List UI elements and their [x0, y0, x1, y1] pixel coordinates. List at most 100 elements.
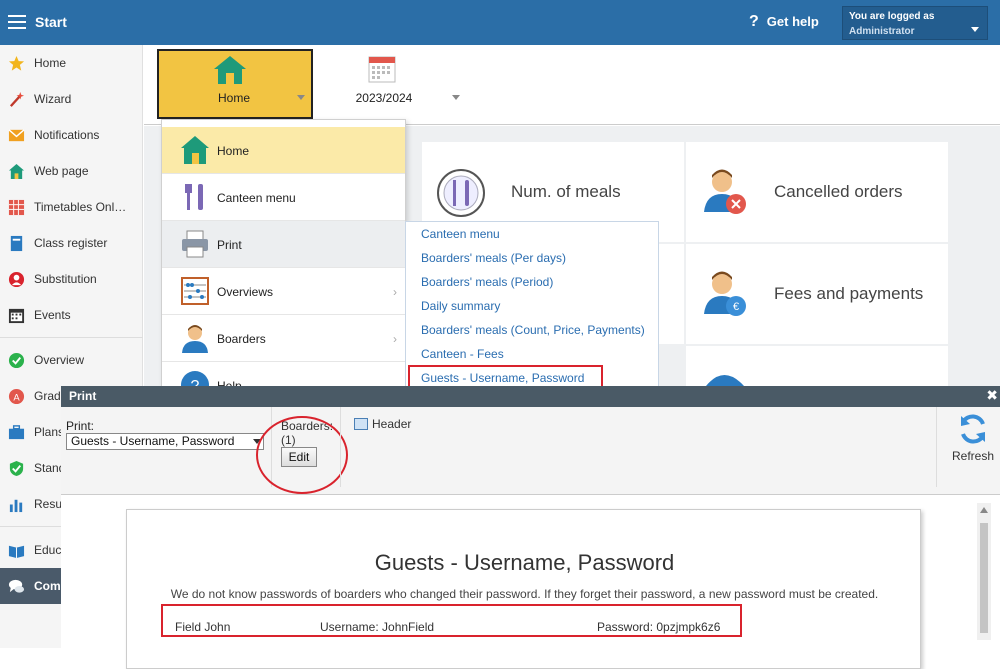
user-login-dropdown[interactable]: You are logged as Administrator [842, 6, 988, 40]
cutlery-icon [437, 169, 485, 217]
sidebar-item-timetables[interactable]: Timetables Onl… [0, 189, 143, 225]
close-icon[interactable]: ✖ [986, 387, 998, 404]
shield-check-icon [9, 460, 24, 477]
header-icon [354, 418, 368, 430]
dialog-title: Print [69, 389, 97, 403]
tile-fees-payments[interactable]: € Fees and payments [686, 244, 948, 344]
submenu-item-boarders-meals-per-days[interactable]: Boarders' meals (Per days) [421, 251, 566, 265]
grades-icon: A [8, 388, 25, 405]
header-option[interactable]: Header [354, 417, 411, 431]
sidebar-item-substitution[interactable]: Substitution [0, 261, 143, 297]
sidebar-item-label: Substitution [34, 272, 97, 286]
print-type-select[interactable]: Guests - Username, Password [66, 433, 264, 450]
submenu-item-boarders-meals-count[interactable]: Boarders' meals (Count, Price, Payments) [421, 323, 645, 337]
cutlery-icon [185, 184, 203, 210]
get-help-button[interactable]: ? Get help [749, 13, 819, 31]
printer-icon [182, 230, 208, 258]
sidebar-item-label: Home [34, 56, 67, 70]
submenu-item-canteen-fees[interactable]: Canteen - Fees [421, 347, 504, 361]
print-select-label: Print: [66, 419, 95, 433]
substitution-icon [8, 271, 25, 288]
svg-text:A: A [13, 392, 20, 403]
top-bar: Start ? Get help You are logged as Admini… [0, 0, 1000, 45]
annotation-highlight-circle [256, 416, 348, 494]
preview-scrollbar[interactable] [977, 503, 991, 640]
hamburger-menu-icon[interactable] [8, 15, 26, 29]
header-label: Header [372, 417, 412, 431]
menu-item-label: Print [217, 238, 242, 252]
menu-item-label: Home [217, 144, 250, 158]
tile-cancelled-orders[interactable]: Cancelled orders [686, 142, 948, 242]
book-icon [10, 235, 23, 252]
chevron-right-icon: › [393, 285, 397, 299]
refresh-label: Refresh [951, 449, 995, 463]
menu-item-canteen-menu[interactable]: Canteen menu [162, 174, 405, 221]
sidebar-item-overview[interactable]: Overview [0, 342, 143, 378]
tile-label: Num. of meals [511, 182, 621, 201]
home-dropdown-menu: Home Canteen menu Print Overviews › Boar… [161, 119, 406, 387]
scroll-up-icon[interactable] [980, 507, 988, 513]
chart-icon [9, 499, 23, 513]
preview-page: Guests - Username, Password We do not kn… [126, 509, 921, 669]
sidebar-item-label: Overview [34, 353, 85, 367]
start-label[interactable]: Start [35, 14, 67, 30]
ribbon-home-button[interactable]: Home [157, 49, 313, 119]
chevron-down-icon [971, 27, 979, 32]
tile-partial[interactable] [686, 346, 948, 386]
sidebar-item-web-page[interactable]: Web page [0, 153, 143, 189]
envelope-icon [8, 129, 25, 142]
user-cancel-icon [704, 169, 746, 214]
menu-item-print[interactable]: Print [162, 221, 405, 268]
sidebar-item-events[interactable]: Events [0, 297, 143, 333]
star-icon [8, 55, 25, 71]
toolbar-divider [340, 407, 341, 487]
sidebar-item-label: Web page [34, 164, 89, 178]
wand-icon [9, 91, 25, 107]
round-icon [706, 375, 744, 386]
menu-item-boarders[interactable]: Boarders › [162, 315, 405, 362]
sidebar-item-notifications[interactable]: Notifications [0, 117, 143, 153]
refresh-button[interactable]: Refresh [950, 412, 996, 463]
annotation-highlight-box [161, 604, 742, 637]
help-icon: ? [181, 371, 209, 387]
chevron-down-icon [297, 95, 305, 100]
chat-icon [8, 579, 25, 593]
sidebar-item-label: Class register [34, 236, 108, 250]
submenu-item-boarders-meals-period[interactable]: Boarders' meals (Period) [421, 275, 553, 289]
calendar-icon [368, 56, 396, 83]
tile-label: Fees and payments [774, 284, 924, 303]
get-help-label: Get help [766, 14, 819, 29]
briefcase-icon [8, 425, 25, 440]
menu-item-overviews[interactable]: Overviews › [162, 268, 405, 315]
ribbon-year-selector[interactable]: 2023/2024 [344, 49, 464, 119]
refresh-icon [961, 414, 985, 444]
print-preview: Guests - Username, Password We do not kn… [61, 495, 1000, 669]
preview-note: We do not know passwords of boarders who… [170, 587, 879, 601]
chevron-right-icon: › [393, 332, 397, 346]
sidebar-item-label: Notifications [34, 128, 100, 142]
scroll-thumb[interactable] [980, 523, 988, 633]
svg-text:€: € [733, 301, 739, 313]
ribbon-year-label: 2023/2024 [355, 91, 413, 105]
house-icon [214, 56, 246, 84]
menu-item-help[interactable]: ? Help [162, 362, 405, 387]
menu-item-home[interactable]: Home [162, 127, 405, 174]
print-type-value: Guests - Username, Password [71, 434, 235, 448]
ribbon-home-label: Home [217, 91, 250, 105]
print-submenu: Canteen menu Boarders' meals (Per days) … [405, 221, 659, 388]
menu-item-label: Canteen menu [217, 191, 296, 205]
open-book-icon [8, 545, 25, 559]
calendar-icon [8, 308, 25, 324]
sidebar-item-home[interactable]: Home [0, 45, 143, 81]
question-icon: ? [749, 13, 759, 30]
submenu-item-daily-summary[interactable]: Daily summary [421, 299, 500, 313]
sidebar-item-label: Wizard [34, 92, 72, 106]
ribbon-toolbar: Home 2023/2024 [144, 45, 1000, 125]
user-euro-icon: € [704, 271, 746, 316]
toolbar-divider [936, 407, 937, 487]
sidebar-item-class-register[interactable]: Class register [0, 225, 143, 261]
print-dialog-titlebar: Print ✖ [61, 386, 1000, 407]
sidebar-item-wizard[interactable]: Wizard [0, 81, 143, 117]
chevron-down-icon [452, 95, 460, 100]
submenu-item-canteen-menu[interactable]: Canteen menu [421, 227, 500, 241]
